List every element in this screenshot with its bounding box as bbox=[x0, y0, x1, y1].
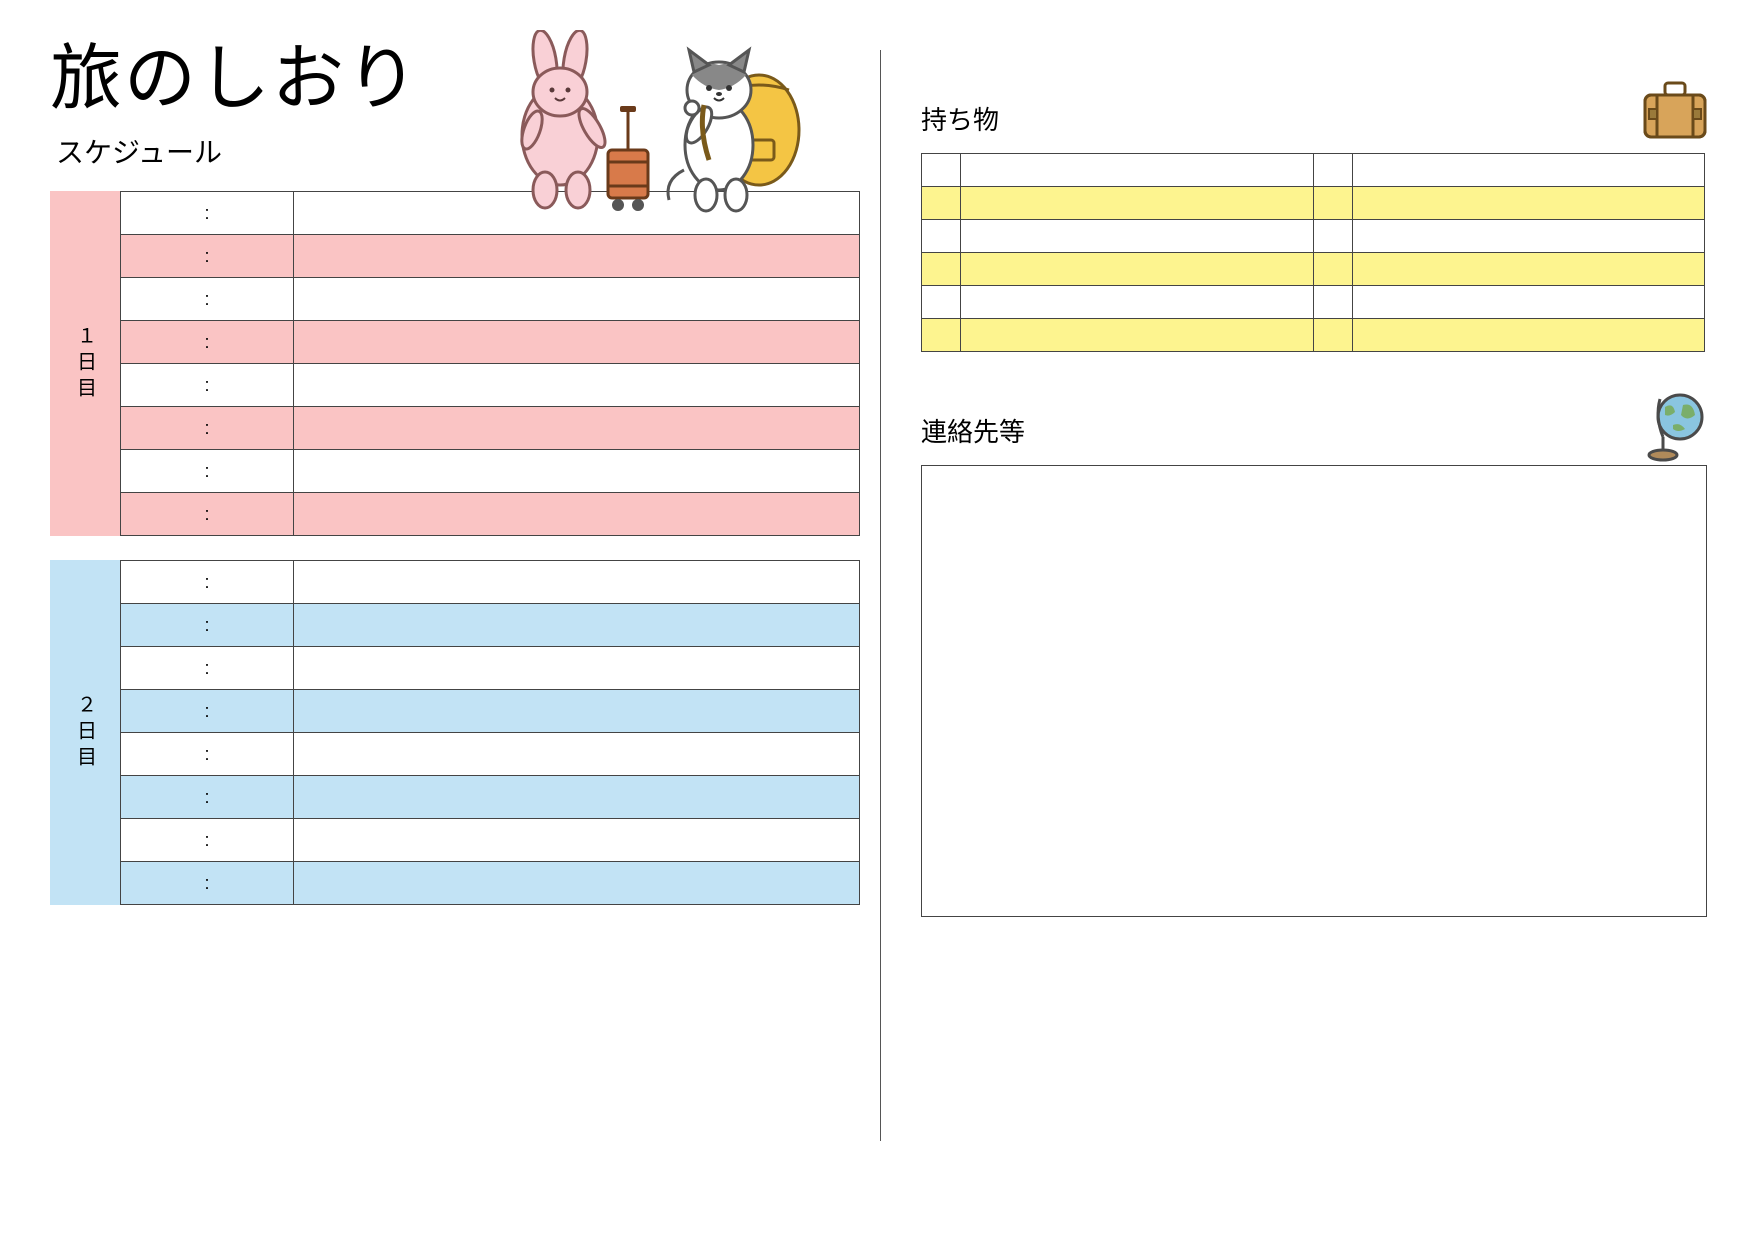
items-heading-row: 持ち物 bbox=[921, 100, 1705, 137]
day1-schedule-table: : : : : : : : : bbox=[120, 191, 860, 536]
item-cell bbox=[961, 220, 1314, 253]
table-row: : bbox=[121, 862, 860, 905]
desc-cell bbox=[294, 862, 860, 905]
day2-label: ２日目 bbox=[50, 560, 120, 905]
cat-with-backpack-icon bbox=[654, 30, 814, 220]
globe-icon bbox=[1645, 387, 1715, 474]
time-cell: : bbox=[121, 450, 294, 493]
time-cell: : bbox=[121, 278, 294, 321]
item-cell bbox=[1352, 286, 1705, 319]
item-cell bbox=[961, 187, 1314, 220]
desc-cell bbox=[294, 235, 860, 278]
item-cell bbox=[961, 253, 1314, 286]
item-cell bbox=[1352, 154, 1705, 187]
desc-cell bbox=[294, 278, 860, 321]
time-cell: : bbox=[121, 364, 294, 407]
items-table bbox=[921, 153, 1705, 352]
table-row: : bbox=[121, 733, 860, 776]
table-row bbox=[922, 187, 1705, 220]
schedule-heading: スケジュール bbox=[56, 131, 420, 171]
item-cell bbox=[1352, 187, 1705, 220]
check-cell bbox=[1313, 187, 1352, 220]
day2-schedule-table: : : : : : : : : bbox=[120, 560, 860, 905]
desc-cell bbox=[294, 321, 860, 364]
time-cell: : bbox=[121, 690, 294, 733]
time-cell: : bbox=[121, 321, 294, 364]
check-cell bbox=[922, 286, 961, 319]
table-row bbox=[922, 154, 1705, 187]
check-cell bbox=[922, 253, 961, 286]
check-cell bbox=[1313, 154, 1352, 187]
table-row: : bbox=[121, 364, 860, 407]
check-cell bbox=[1313, 319, 1352, 352]
table-row: : bbox=[121, 407, 860, 450]
item-cell bbox=[961, 286, 1314, 319]
rabbit-with-suitcase-icon bbox=[490, 30, 670, 220]
time-cell: : bbox=[121, 561, 294, 604]
desc-cell bbox=[294, 407, 860, 450]
check-cell bbox=[1313, 253, 1352, 286]
item-cell bbox=[1352, 319, 1705, 352]
check-cell bbox=[922, 220, 961, 253]
desc-cell bbox=[294, 819, 860, 862]
item-cell bbox=[961, 154, 1314, 187]
check-cell bbox=[922, 319, 961, 352]
time-cell: : bbox=[121, 407, 294, 450]
time-cell: : bbox=[121, 776, 294, 819]
time-cell: : bbox=[121, 604, 294, 647]
items-heading: 持ち物 bbox=[921, 105, 999, 135]
time-cell: : bbox=[121, 733, 294, 776]
check-cell bbox=[922, 187, 961, 220]
desc-cell bbox=[294, 647, 860, 690]
desc-cell bbox=[294, 733, 860, 776]
table-row: : bbox=[121, 647, 860, 690]
table-row: : bbox=[121, 321, 860, 364]
table-row: : bbox=[121, 450, 860, 493]
desc-cell bbox=[294, 450, 860, 493]
desc-cell bbox=[294, 493, 860, 536]
day1-label: １日目 bbox=[50, 191, 120, 536]
page-title: 旅のしおり bbox=[50, 40, 420, 119]
contact-heading: 連絡先等 bbox=[921, 417, 1025, 447]
desc-cell bbox=[294, 364, 860, 407]
table-row bbox=[922, 253, 1705, 286]
item-cell bbox=[1352, 220, 1705, 253]
time-cell: : bbox=[121, 192, 294, 235]
table-row: : bbox=[121, 235, 860, 278]
table-row bbox=[922, 286, 1705, 319]
check-cell bbox=[922, 154, 961, 187]
table-row: : bbox=[121, 819, 860, 862]
check-cell bbox=[1313, 220, 1352, 253]
table-row: : bbox=[121, 776, 860, 819]
time-cell: : bbox=[121, 862, 294, 905]
desc-cell bbox=[294, 776, 860, 819]
item-cell bbox=[961, 319, 1314, 352]
check-cell bbox=[1313, 286, 1352, 319]
time-cell: : bbox=[121, 647, 294, 690]
desc-cell bbox=[294, 561, 860, 604]
table-row: : bbox=[121, 690, 860, 733]
table-row bbox=[922, 220, 1705, 253]
desc-cell bbox=[294, 690, 860, 733]
mascot-illustration bbox=[490, 30, 814, 225]
suitcase-icon bbox=[1635, 75, 1715, 152]
time-cell: : bbox=[121, 819, 294, 862]
item-cell bbox=[1352, 253, 1705, 286]
contact-box bbox=[921, 465, 1707, 917]
table-row: : bbox=[121, 493, 860, 536]
desc-cell bbox=[294, 604, 860, 647]
time-cell: : bbox=[121, 493, 294, 536]
table-row: : bbox=[121, 278, 860, 321]
time-cell: : bbox=[121, 235, 294, 278]
contact-heading-row: 連絡先等 bbox=[921, 412, 1705, 449]
table-row bbox=[922, 319, 1705, 352]
table-row: : bbox=[121, 561, 860, 604]
table-row: : bbox=[121, 604, 860, 647]
